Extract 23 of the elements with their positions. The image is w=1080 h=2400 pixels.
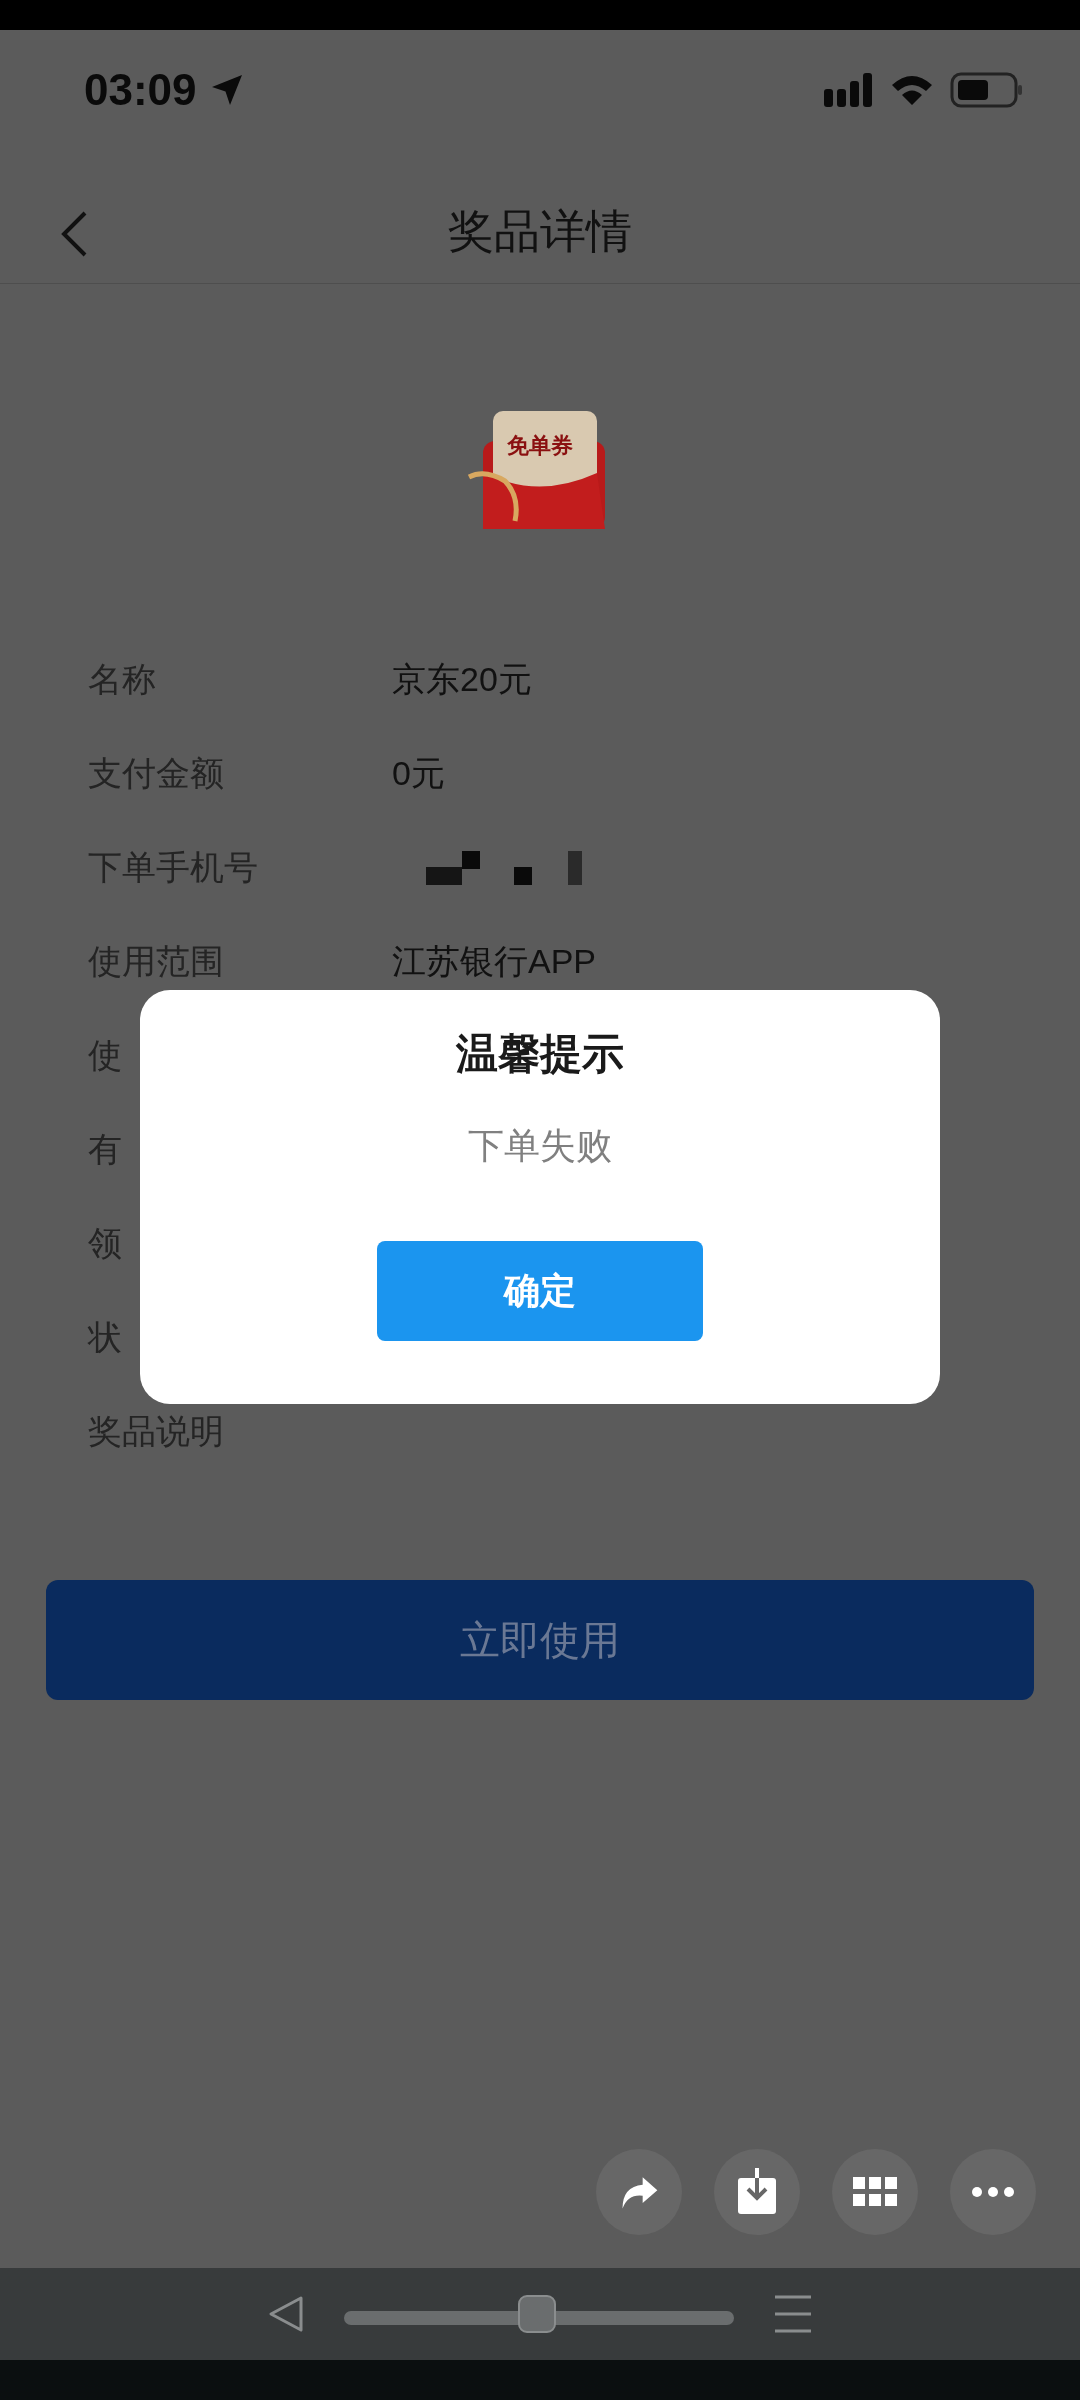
field-value: 京东20元 — [392, 659, 533, 700]
status-time: 03:09 — [84, 65, 197, 115]
page-title: 奖品详情 — [448, 203, 632, 259]
confirm-button[interactable]: 确定 — [377, 1241, 703, 1341]
dialog-message: 下单失败 — [468, 1124, 612, 1168]
more-dots-icon — [972, 2187, 1014, 2197]
field-label: 领 — [88, 1223, 123, 1264]
battery-icon — [950, 72, 1024, 108]
voucher-label: 免单券 — [507, 432, 573, 460]
field-label: 名称 — [88, 659, 157, 700]
dialog-title: 温馨提示 — [456, 1029, 624, 1079]
back-chevron-icon — [59, 210, 89, 258]
menu-icon[interactable] — [774, 2295, 812, 2333]
field-value: 江苏银行APP — [392, 941, 598, 982]
back-triangle-icon[interactable] — [268, 2295, 304, 2333]
wifi-icon — [890, 73, 934, 107]
use-now-button[interactable]: 立即使用 — [46, 1580, 1034, 1700]
grid-icon — [853, 2177, 897, 2207]
field-label: 有 — [88, 1129, 123, 1170]
field-value: 0元 — [392, 753, 446, 794]
download-icon — [736, 2168, 778, 2216]
signal-icon — [824, 73, 874, 107]
field-label: 状 — [88, 1317, 123, 1358]
